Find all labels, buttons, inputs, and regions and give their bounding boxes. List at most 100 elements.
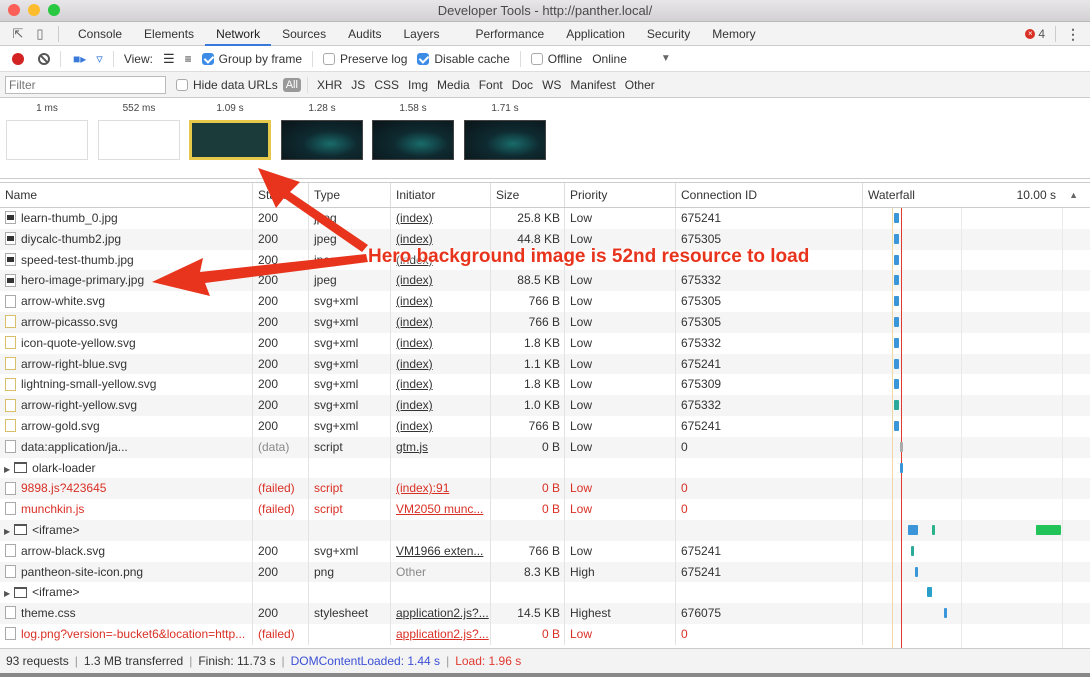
filmstrip-frame[interactable]: 1.58 s [371, 98, 455, 160]
request-name: speed-test-thumb.jpg [0, 249, 253, 271]
initiator-link[interactable]: (index) [396, 273, 433, 287]
column-waterfall[interactable]: Waterfall 10.00 s ▲ [863, 183, 1090, 207]
filter-type-xhr[interactable]: XHR [317, 78, 342, 92]
waterfall-bar[interactable] [894, 421, 899, 431]
filter-input[interactable] [5, 75, 166, 94]
waterfall-bar[interactable] [894, 379, 899, 390]
inspect-element-icon[interactable]: ⇱ [10, 26, 26, 42]
tab-layers[interactable]: Layers [392, 22, 450, 46]
filter-type-font[interactable]: Font [479, 78, 503, 92]
column-connection-id[interactable]: Connection ID [676, 183, 863, 207]
column-priority[interactable]: Priority [565, 183, 676, 207]
initiator-link[interactable]: (index) [396, 211, 433, 225]
tab-security[interactable]: Security [636, 22, 701, 46]
request-type: svg+xml [309, 374, 391, 396]
filter-type-css[interactable]: CSS [374, 78, 399, 92]
group-by-frame-checkbox[interactable]: Group by frame [201, 52, 302, 66]
offline-checkbox[interactable]: Offline [530, 52, 582, 66]
waterfall-bar[interactable] [894, 400, 899, 411]
initiator-link[interactable]: (index):91 [396, 481, 449, 495]
initiator-link[interactable]: (index) [396, 357, 433, 371]
filter-type-other[interactable]: Other [625, 78, 655, 92]
initiator-link[interactable]: (index) [396, 398, 433, 412]
tab-sources[interactable]: Sources [271, 22, 337, 46]
initiator-link[interactable]: application2.js?... [396, 627, 489, 641]
initiator-link[interactable]: application2.js?... [396, 606, 489, 620]
zoom-window-button[interactable] [48, 4, 60, 16]
expand-arrow-icon[interactable]: ▶ [4, 584, 10, 603]
column-initiator[interactable]: Initiator [391, 183, 491, 207]
waterfall-bar[interactable] [894, 213, 899, 223]
capture-screenshots-icon[interactable]: ■▸ [73, 52, 86, 66]
initiator-link[interactable]: VM2050 munc... [396, 502, 483, 516]
waterfall-bar[interactable] [894, 233, 899, 244]
initiator-link[interactable]: (index) [396, 294, 433, 308]
filmstrip-frame[interactable]: 1.28 s [280, 98, 364, 160]
error-counter[interactable]: × 4 [1025, 27, 1045, 41]
waterfall-bar[interactable] [894, 296, 899, 307]
waterfall-bar[interactable] [900, 462, 904, 473]
filter-icon[interactable]: ▿ [96, 51, 103, 67]
filter-type-js[interactable]: JS [351, 78, 365, 92]
waterfall-bar[interactable] [915, 566, 919, 577]
filter-type-ws[interactable]: WS [542, 78, 561, 92]
initiator-link[interactable]: (index) [396, 419, 433, 433]
expand-arrow-icon[interactable]: ▶ [4, 460, 10, 479]
initiator-link[interactable]: gtm.js [396, 440, 428, 454]
filter-type-manifest[interactable]: Manifest [570, 78, 615, 92]
waterfall-bar[interactable] [894, 275, 899, 286]
filmstrip-frame[interactable]: 1.09 s [188, 98, 272, 160]
tab-application[interactable]: Application [555, 22, 636, 46]
waterfall-bar[interactable] [894, 317, 899, 327]
disable-cache-checkbox[interactable]: Disable cache [417, 52, 510, 66]
column-size[interactable]: Size [491, 183, 565, 207]
record-button[interactable] [12, 52, 24, 65]
dropdown-arrow-icon: ▼ [660, 53, 671, 64]
filmstrip-frame[interactable]: 552 ms [97, 98, 181, 160]
more-options-icon[interactable]: ⋮ [1066, 26, 1080, 43]
tab-network[interactable]: Network [205, 22, 272, 46]
waterfall-bar[interactable] [894, 358, 899, 369]
filter-type-doc[interactable]: Doc [512, 78, 533, 92]
tab-memory[interactable]: Memory [701, 22, 766, 46]
tab-audits[interactable]: Audits [337, 22, 392, 46]
initiator-link[interactable]: VM1966 exten... [396, 544, 483, 558]
filmstrip-frame[interactable]: 1.71 s [463, 98, 547, 160]
overview-icon[interactable]: ≡ [185, 52, 192, 66]
initiator-link[interactable]: (index) [396, 377, 433, 391]
tab-elements[interactable]: Elements [133, 22, 205, 46]
initiator-link[interactable]: (index) [396, 336, 433, 350]
column-name[interactable]: Name [0, 183, 253, 207]
filter-type-media[interactable]: Media [437, 78, 470, 92]
column-status[interactable]: Status [253, 183, 309, 207]
waterfall-bar[interactable] [910, 545, 914, 556]
preserve-log-checkbox[interactable]: Preserve log [323, 52, 407, 66]
filter-all-button[interactable]: All [282, 77, 301, 92]
clear-button[interactable] [38, 52, 50, 65]
waterfall-bar[interactable] [931, 525, 935, 535]
filter-type-img[interactable]: Img [408, 78, 428, 92]
minimize-window-button[interactable] [28, 4, 40, 16]
large-rows-icon[interactable]: ☰ [163, 51, 175, 67]
request-size: 0 B [491, 623, 565, 645]
waterfall-bar[interactable] [907, 525, 919, 535]
waterfall-bar[interactable] [927, 587, 932, 598]
waterfall-bar[interactable] [894, 254, 899, 265]
tab-performance[interactable]: Performance [465, 22, 556, 46]
empty-cell [565, 457, 676, 479]
expand-arrow-icon[interactable]: ▶ [4, 522, 10, 541]
waterfall-bar[interactable] [1035, 525, 1062, 535]
waterfall-bar[interactable] [943, 608, 947, 619]
initiator-link[interactable]: (index) [396, 232, 433, 246]
initiator-link[interactable]: (index) [396, 315, 433, 329]
tab-console[interactable]: Console [67, 22, 133, 46]
close-window-button[interactable] [8, 4, 20, 16]
waterfall-bar[interactable] [894, 337, 899, 348]
throttling-select[interactable]: Online ▼ [592, 52, 671, 66]
waterfall-bar[interactable] [900, 441, 904, 452]
device-toolbar-icon[interactable]: ▯ [32, 26, 48, 42]
column-type[interactable]: Type [309, 183, 391, 207]
filmstrip-frame[interactable]: 1 ms [5, 98, 89, 160]
image-file-icon [5, 211, 16, 225]
hide-data-urls-checkbox[interactable]: Hide data URLs [176, 78, 278, 92]
